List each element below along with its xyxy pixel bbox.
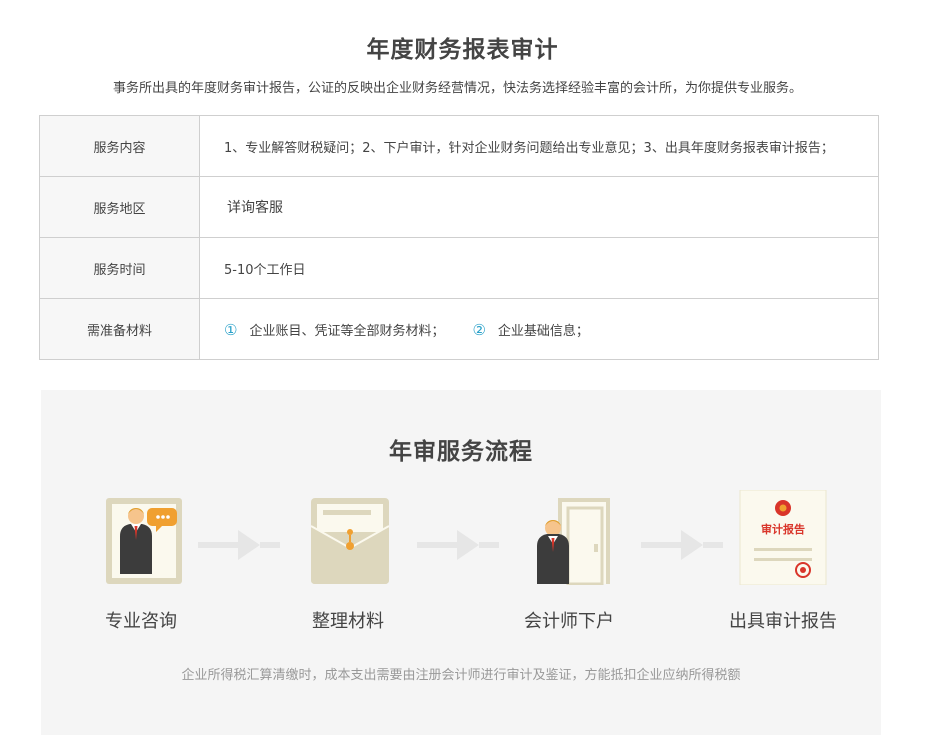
flow-step-report: 审计报告 出具审计报告 [693, 489, 873, 633]
row-label: 服务时间 [39, 237, 200, 299]
row-value: 1、专业解答财税疑问；2、下户审计，针对企业财务问题给出专业意见；3、出具年度财… [199, 115, 879, 177]
service-flow-panel: 年审服务流程 专业咨询 整理材料 会计师下户 审计报告 出具审计报告 企业所得税… [41, 390, 881, 735]
page-subtitle: 事务所出具的年度财务审计报告，公证的反映出企业财务经营情况，快法务选择经验丰富的… [112, 81, 802, 96]
row-label: 服务地区 [39, 176, 200, 238]
consultant-icon [96, 490, 186, 585]
table-row-service-time: 服务时间 5-10个工作日 [39, 237, 879, 299]
material-number-2: ② [472, 320, 486, 339]
row-label: 服务内容 [39, 115, 200, 177]
audit-report-icon: 审计报告 [738, 489, 828, 586]
flow-step-accountant-visit: 会计师下户 [479, 490, 659, 633]
table-row-service-area: 服务地区 详询客服 [39, 176, 879, 238]
service-info-table: 服务内容 1、专业解答财税疑问；2、下户审计，针对企业财务问题给出专业意见；3、… [39, 115, 879, 360]
table-row-service-content: 服务内容 1、专业解答财税疑问；2、下户审计，针对企业财务问题给出专业意见；3、… [39, 115, 879, 177]
row-value: 5-10个工作日 [199, 237, 879, 299]
step-label: 专业咨询 [105, 611, 177, 632]
accountant-door-icon [524, 490, 614, 586]
row-value: 详询客服 [199, 176, 879, 238]
row-label: 需准备材料 [39, 298, 200, 360]
step-label: 会计师下户 [524, 611, 614, 632]
table-row-materials: 需准备材料 ① 企业账目、凭证等全部财务材料； ② 企业基础信息； [39, 298, 879, 360]
step-label: 出具审计报告 [729, 611, 837, 632]
flow-title: 年审服务流程 [389, 439, 533, 465]
material-number-1: ① [224, 320, 238, 339]
step-label: 整理材料 [312, 611, 384, 632]
report-icon-text: 审计报告 [761, 523, 805, 536]
material-text-1: 企业账目、凭证等全部财务材料； [249, 323, 445, 339]
material-text-2: 企业基础信息； [497, 323, 589, 339]
folder-icon [303, 490, 393, 585]
materials-cell: ① 企业账目、凭证等全部财务材料； ② 企业基础信息； [199, 298, 879, 360]
page-title: 年度财务报表审计 [366, 37, 559, 63]
flow-note: 企业所得税汇算清缴时，成本支出需要由注册会计师进行审计及鉴证，方能抵扣企业应纳所… [181, 668, 741, 683]
flow-step-organize: 整理材料 [258, 490, 438, 633]
